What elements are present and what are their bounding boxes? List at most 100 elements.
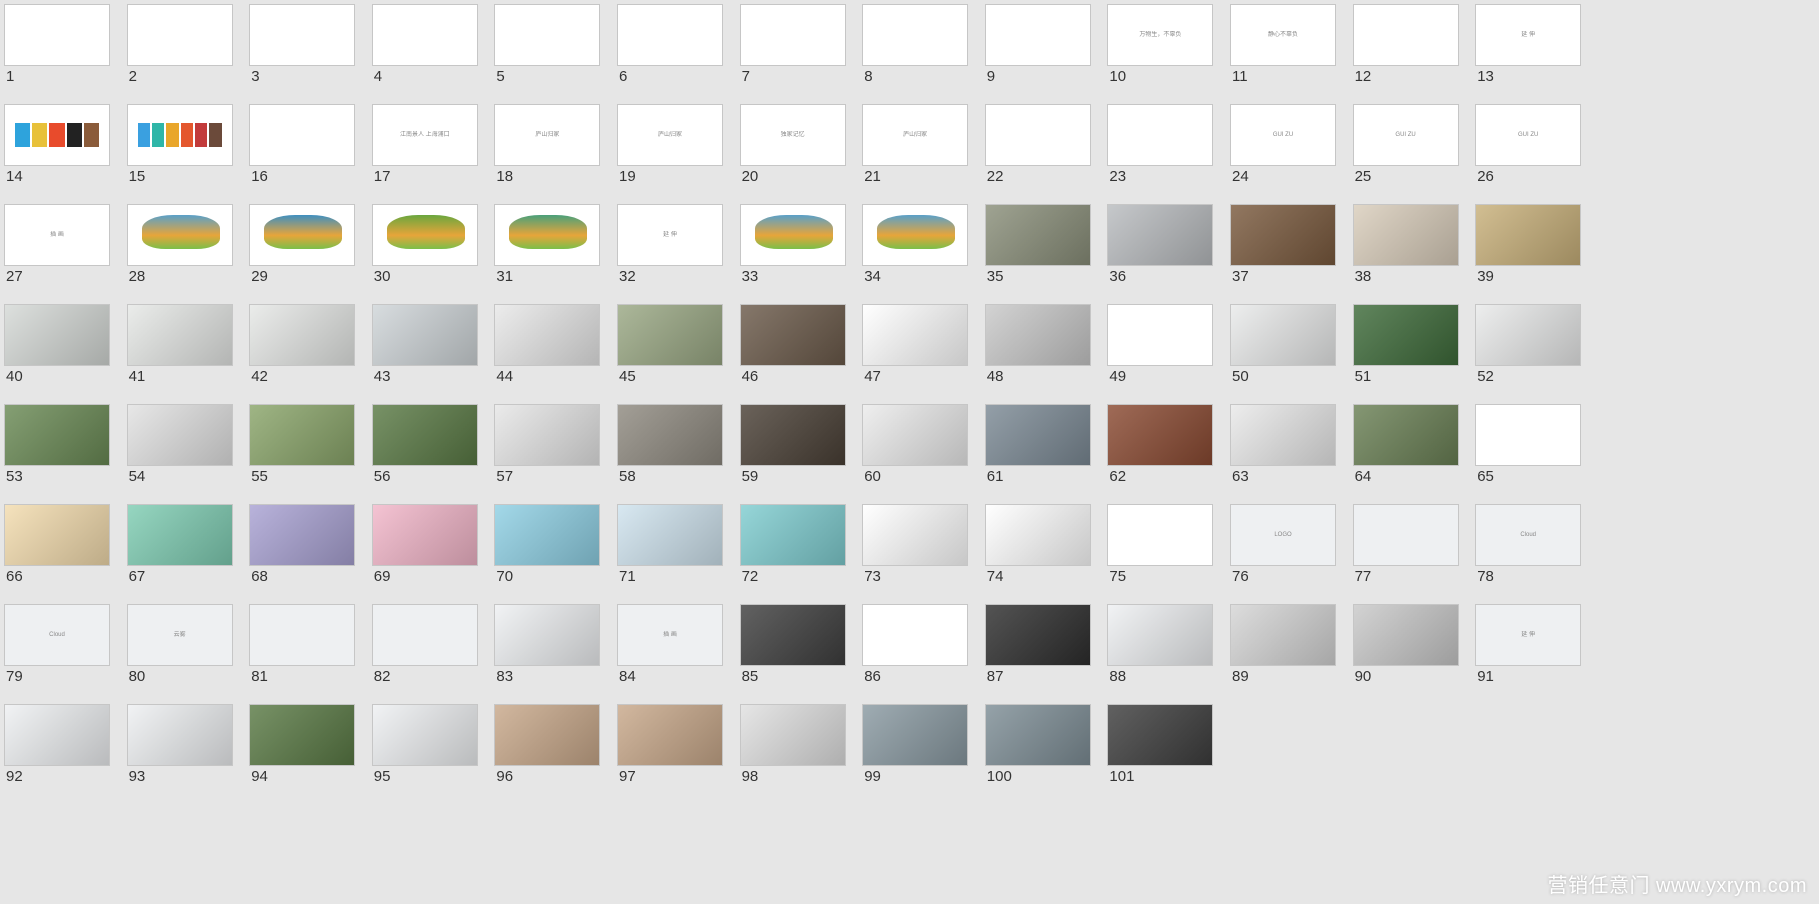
slide-thumbnail-80[interactable]: 云雾 80 xyxy=(123,600,265,700)
slide-thumbnail-65[interactable]: 65 xyxy=(1471,400,1613,500)
slide-thumbnail-86[interactable]: 86 xyxy=(858,600,1000,700)
slide-thumbnail-33[interactable]: 33 xyxy=(736,200,878,300)
slide-thumbnail-39[interactable]: 39 xyxy=(1471,200,1613,300)
slide-thumbnail-81[interactable]: 81 xyxy=(245,600,387,700)
slide-thumbnail-51[interactable]: 51 xyxy=(1349,300,1491,400)
slide-thumbnail-5[interactable]: 5 xyxy=(490,0,632,100)
slide-thumbnail-90[interactable]: 90 xyxy=(1349,600,1491,700)
slide-thumbnail-82[interactable]: 82 xyxy=(368,600,510,700)
slide-thumbnail-100[interactable]: 100 xyxy=(981,700,1123,800)
slide-thumbnail-91[interactable]: 延 伸 91 xyxy=(1471,600,1613,700)
slide-thumbnail-58[interactable]: 58 xyxy=(613,400,755,500)
slide-thumbnail-38[interactable]: 38 xyxy=(1349,200,1491,300)
slide-thumbnail-61[interactable]: 61 xyxy=(981,400,1123,500)
slide-thumbnail-44[interactable]: 44 xyxy=(490,300,632,400)
slide-thumbnail-62[interactable]: 62 xyxy=(1103,400,1245,500)
slide-thumbnail-7[interactable]: 7 xyxy=(736,0,878,100)
slide-thumbnail-93[interactable]: 93 xyxy=(123,700,265,800)
slide-thumbnail-77[interactable]: 77 xyxy=(1349,500,1491,600)
slide-thumbnail-26[interactable]: GUI ZU 26 xyxy=(1471,100,1613,200)
slide-thumbnail-28[interactable]: 28 xyxy=(123,200,265,300)
slide-thumbnail-96[interactable]: 96 xyxy=(490,700,632,800)
slide-thumbnail-85[interactable]: 85 xyxy=(736,600,878,700)
slide-thumbnail-59[interactable]: 59 xyxy=(736,400,878,500)
slide-thumbnail-42[interactable]: 42 xyxy=(245,300,387,400)
slide-thumbnail-60[interactable]: 60 xyxy=(858,400,1000,500)
slide-thumbnail-49[interactable]: 49 xyxy=(1103,300,1245,400)
slide-thumbnail-94[interactable]: 94 xyxy=(245,700,387,800)
slide-thumbnail-17[interactable]: 江南景人 上海浦口 17 xyxy=(368,100,510,200)
slide-thumbnail-27[interactable]: 插 画 27 xyxy=(0,200,142,300)
slide-thumbnail-12[interactable]: 12 xyxy=(1349,0,1491,100)
slide-thumbnail-29[interactable]: 29 xyxy=(245,200,387,300)
slide-thumbnail-97[interactable]: 97 xyxy=(613,700,755,800)
slide-thumbnail-48[interactable]: 48 xyxy=(981,300,1123,400)
slide-thumbnail-30[interactable]: 30 xyxy=(368,200,510,300)
slide-thumbnail-84[interactable]: 插 画 84 xyxy=(613,600,755,700)
slide-thumbnail-101[interactable]: 101 xyxy=(1103,700,1245,800)
slide-thumbnail-22[interactable]: 22 xyxy=(981,100,1123,200)
slide-thumbnail-43[interactable]: 43 xyxy=(368,300,510,400)
slide-thumbnail-37[interactable]: 37 xyxy=(1226,200,1368,300)
slide-thumbnail-68[interactable]: 68 xyxy=(245,500,387,600)
slide-thumbnail-19[interactable]: 庐山归家 19 xyxy=(613,100,755,200)
slide-thumbnail-15[interactable]: 15 xyxy=(123,100,265,200)
slide-thumbnail-99[interactable]: 99 xyxy=(858,700,1000,800)
slide-thumbnail-41[interactable]: 41 xyxy=(123,300,265,400)
slide-thumbnail-2[interactable]: 2 xyxy=(123,0,265,100)
slide-thumbnail-67[interactable]: 67 xyxy=(123,500,265,600)
slide-thumbnail-31[interactable]: 31 xyxy=(490,200,632,300)
slide-thumbnail-1[interactable]: 1 xyxy=(0,0,142,100)
slide-thumbnail-23[interactable]: 23 xyxy=(1103,100,1245,200)
slide-thumbnail-56[interactable]: 56 xyxy=(368,400,510,500)
slide-thumbnail-14[interactable]: 14 xyxy=(0,100,142,200)
slide-thumbnail-55[interactable]: 55 xyxy=(245,400,387,500)
slide-thumbnail-88[interactable]: 88 xyxy=(1103,600,1245,700)
slide-thumbnail-79[interactable]: Cloud 79 xyxy=(0,600,142,700)
slide-thumbnail-64[interactable]: 64 xyxy=(1349,400,1491,500)
slide-thumbnail-3[interactable]: 3 xyxy=(245,0,387,100)
slide-thumbnail-72[interactable]: 72 xyxy=(736,500,878,600)
slide-thumbnail-24[interactable]: GUI ZU 24 xyxy=(1226,100,1368,200)
slide-thumbnail-8[interactable]: 8 xyxy=(858,0,1000,100)
slide-thumbnail-52[interactable]: 52 xyxy=(1471,300,1613,400)
slide-thumbnail-18[interactable]: 庐山归家 18 xyxy=(490,100,632,200)
slide-thumbnail-54[interactable]: 54 xyxy=(123,400,265,500)
slide-thumbnail-95[interactable]: 95 xyxy=(368,700,510,800)
slide-thumbnail-40[interactable]: 40 xyxy=(0,300,142,400)
slide-thumbnail-71[interactable]: 71 xyxy=(613,500,755,600)
slide-thumbnail-16[interactable]: 16 xyxy=(245,100,387,200)
slide-thumbnail-13[interactable]: 延 伸 13 xyxy=(1471,0,1613,100)
slide-thumbnail-6[interactable]: 6 xyxy=(613,0,755,100)
slide-thumbnail-73[interactable]: 73 xyxy=(858,500,1000,600)
slide-thumbnail-75[interactable]: 75 xyxy=(1103,500,1245,600)
slide-thumbnail-4[interactable]: 4 xyxy=(368,0,510,100)
slide-thumbnail-10[interactable]: 万物生，不辜负 10 xyxy=(1103,0,1245,100)
slide-thumbnail-11[interactable]: 静心不辜负 11 xyxy=(1226,0,1368,100)
slide-thumbnail-46[interactable]: 46 xyxy=(736,300,878,400)
slide-thumbnail-20[interactable]: 独家记忆 20 xyxy=(736,100,878,200)
slide-thumbnail-69[interactable]: 69 xyxy=(368,500,510,600)
slide-thumbnail-53[interactable]: 53 xyxy=(0,400,142,500)
slide-thumbnail-57[interactable]: 57 xyxy=(490,400,632,500)
slide-thumbnail-98[interactable]: 98 xyxy=(736,700,878,800)
slide-thumbnail-92[interactable]: 92 xyxy=(0,700,142,800)
slide-thumbnail-74[interactable]: 74 xyxy=(981,500,1123,600)
slide-thumbnail-87[interactable]: 87 xyxy=(981,600,1123,700)
slide-thumbnail-66[interactable]: 66 xyxy=(0,500,142,600)
slide-thumbnail-63[interactable]: 63 xyxy=(1226,400,1368,500)
slide-thumbnail-25[interactable]: GUI ZU 25 xyxy=(1349,100,1491,200)
slide-thumbnail-76[interactable]: LOGO 76 xyxy=(1226,500,1368,600)
slide-thumbnail-50[interactable]: 50 xyxy=(1226,300,1368,400)
slide-thumbnail-78[interactable]: Cloud 78 xyxy=(1471,500,1613,600)
slide-thumbnail-45[interactable]: 45 xyxy=(613,300,755,400)
slide-thumbnail-34[interactable]: 34 xyxy=(858,200,1000,300)
slide-thumbnail-36[interactable]: 36 xyxy=(1103,200,1245,300)
slide-thumbnail-32[interactable]: 延 伸 32 xyxy=(613,200,755,300)
slide-thumbnail-35[interactable]: 35 xyxy=(981,200,1123,300)
slide-thumbnail-9[interactable]: 9 xyxy=(981,0,1123,100)
slide-thumbnail-47[interactable]: 47 xyxy=(858,300,1000,400)
slide-thumbnail-83[interactable]: 83 xyxy=(490,600,632,700)
slide-thumbnail-70[interactable]: 70 xyxy=(490,500,632,600)
slide-thumbnail-89[interactable]: 89 xyxy=(1226,600,1368,700)
